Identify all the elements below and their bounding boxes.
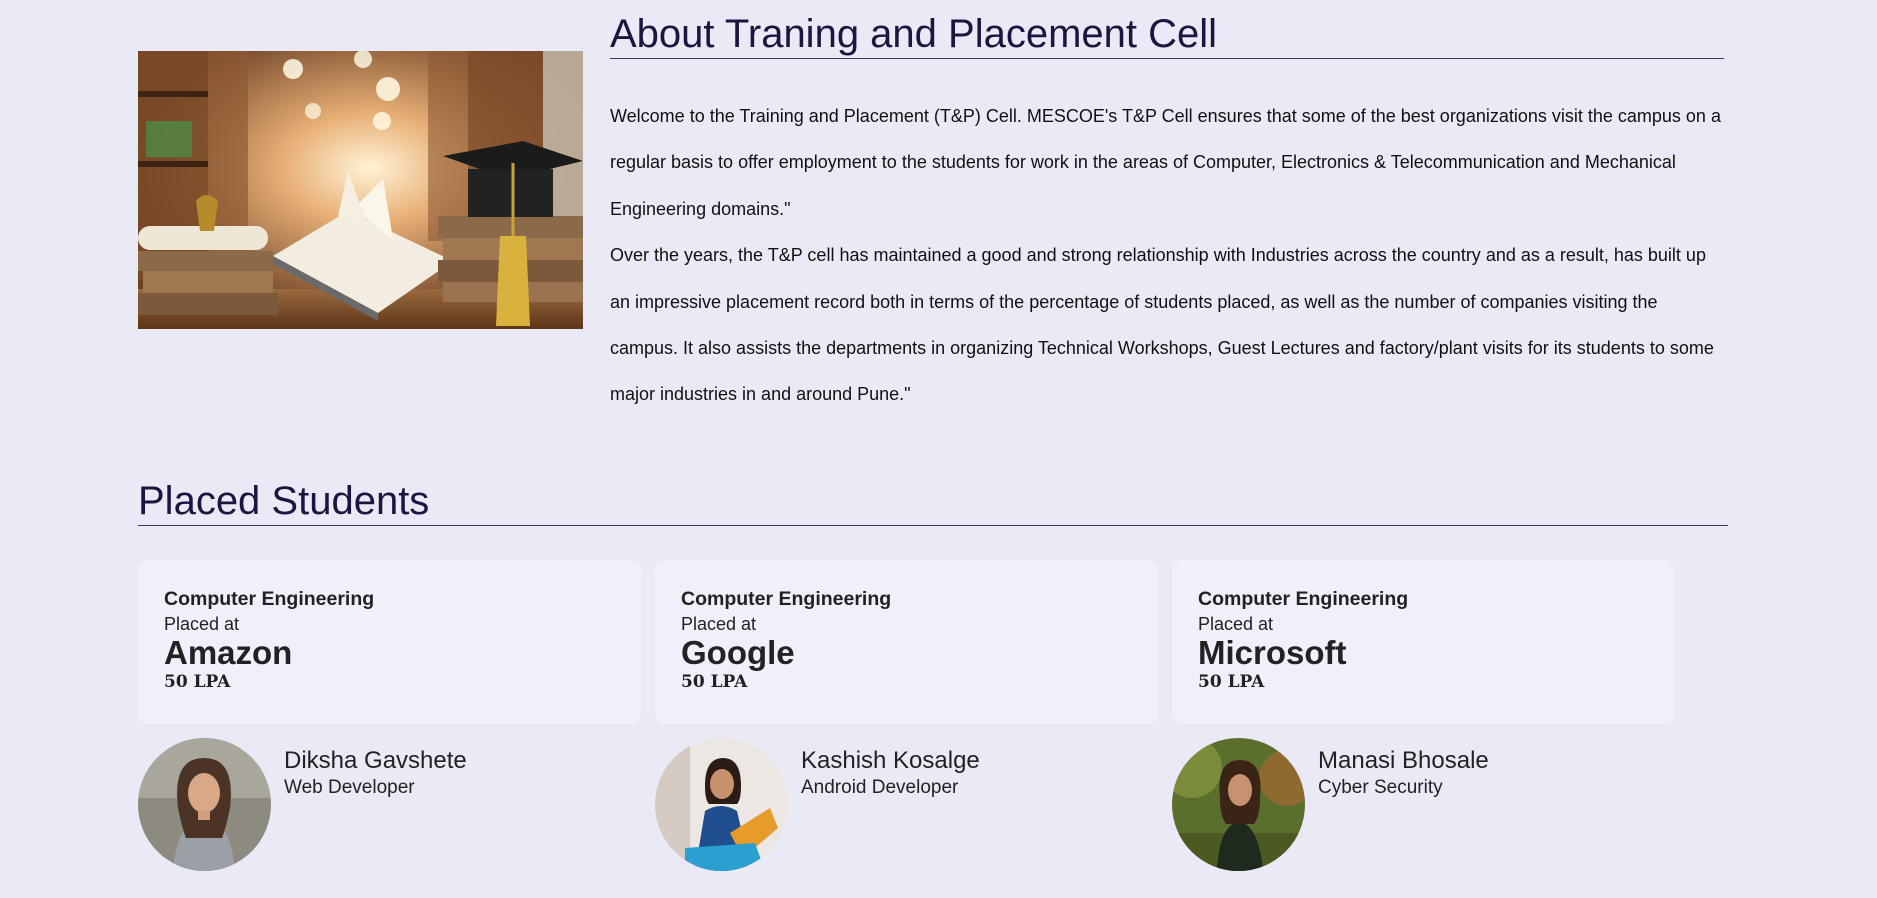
student-item: Computer Engineering Placed at Amazon 50… <box>138 560 641 878</box>
placement-card: Computer Engineering Placed at Amazon 50… <box>138 560 641 724</box>
about-paragraph-welcome: Welcome to the Training and Placement (T… <box>610 106 1721 219</box>
student-profile: Manasi Bhosale Cyber Security <box>1172 738 1675 878</box>
package-label: 50 LPA <box>164 672 231 692</box>
student-profile: Diksha Gavshete Web Developer <box>138 738 641 878</box>
student-avatar <box>1172 738 1305 871</box>
library-illustration <box>138 51 583 329</box>
department-label: Computer Engineering <box>1198 588 1409 610</box>
student-name: Kashish Kosalge <box>801 747 980 774</box>
avatar-photo-icon <box>655 738 788 871</box>
department-label: Computer Engineering <box>164 588 375 610</box>
student-role: Cyber Security <box>1318 777 1443 798</box>
student-item: Computer Engineering Placed at Google 50… <box>655 560 1158 878</box>
placed-students-section: Placed Students <box>138 477 1728 526</box>
placement-card: Computer Engineering Placed at Microsoft… <box>1172 560 1675 724</box>
student-role: Web Developer <box>284 777 415 798</box>
avatar-photo-icon <box>1172 738 1305 871</box>
avatar-photo-icon <box>138 738 271 871</box>
about-text-block: About Traning and Placement Cell Welcome… <box>610 10 1724 418</box>
package-label: 50 LPA <box>681 672 748 692</box>
placed-students-title: Placed Students <box>138 477 1728 526</box>
student-avatar <box>655 738 788 871</box>
company-name: Amazon <box>164 634 293 671</box>
about-title: About Traning and Placement Cell <box>610 10 1724 59</box>
student-item: Computer Engineering Placed at Microsoft… <box>1172 560 1675 878</box>
placement-card: Computer Engineering Placed at Google 50… <box>655 560 1158 724</box>
student-avatar <box>138 738 271 871</box>
package-label: 50 LPA <box>1198 672 1265 692</box>
department-label: Computer Engineering <box>681 588 892 610</box>
student-role: Android Developer <box>801 777 959 798</box>
library-books-image <box>138 51 583 329</box>
company-name: Microsoft <box>1198 634 1347 671</box>
about-paragraph-history: Over the years, the T&P cell has maintai… <box>610 245 1714 405</box>
student-name: Diksha Gavshete <box>284 747 467 774</box>
student-profile: Kashish Kosalge Android Developer <box>655 738 1158 878</box>
company-name: Google <box>681 634 795 671</box>
student-name: Manasi Bhosale <box>1318 747 1489 774</box>
placed-students-list: Computer Engineering Placed at Amazon 50… <box>138 560 1698 880</box>
